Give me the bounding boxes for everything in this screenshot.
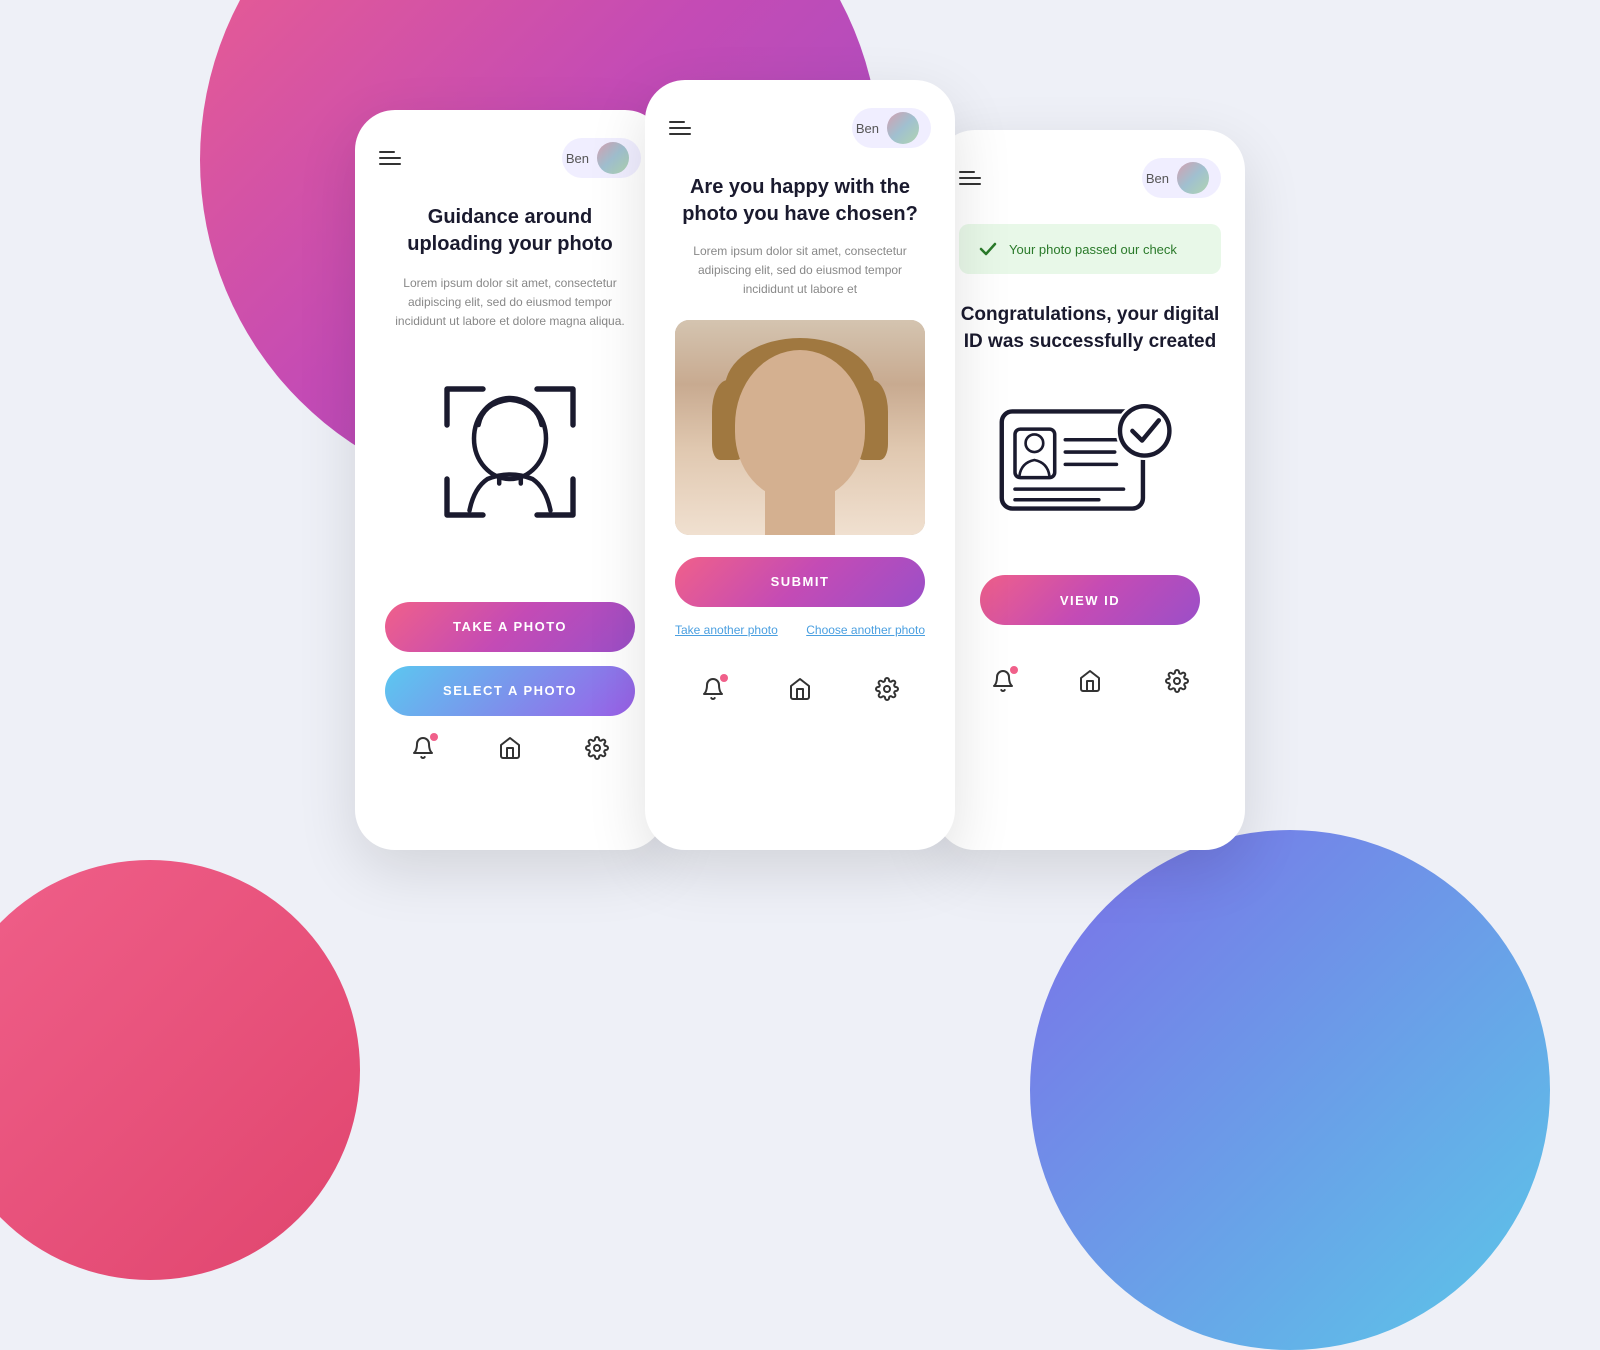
hamburger-icon[interactable]	[379, 151, 401, 165]
home-icon[interactable]	[498, 736, 522, 760]
photo-preview	[675, 320, 925, 535]
home-icon-3[interactable]	[1078, 669, 1102, 693]
phone-3-nav	[935, 649, 1245, 721]
phones-container: Ben Guidance around uploading your photo…	[0, 80, 1600, 850]
face-scan-icon	[420, 362, 600, 542]
avatar-2	[887, 112, 919, 144]
phone-1-description: Lorem ipsum dolor sit amet, consectetur …	[385, 274, 635, 332]
avatar-3	[1177, 162, 1209, 194]
user-badge[interactable]: Ben	[562, 138, 641, 178]
phone-3-title: Congratulations, your digital ID was suc…	[959, 302, 1221, 355]
settings-icon-3[interactable]	[1165, 669, 1189, 693]
submit-links: Take another photo Choose another photo	[675, 623, 925, 637]
user-name-3: Ben	[1146, 171, 1169, 186]
select-photo-button[interactable]: SELECT A PHOTO	[385, 666, 635, 716]
avatar	[597, 142, 629, 174]
hamburger-icon-3[interactable]	[959, 171, 981, 185]
user-badge-3[interactable]: Ben	[1142, 158, 1221, 198]
take-another-link[interactable]: Take another photo	[675, 623, 778, 637]
phone-2-content: Are you happy with the photo you have ch…	[645, 164, 955, 657]
id-card-illustration	[990, 385, 1190, 535]
home-icon-2[interactable]	[788, 677, 812, 701]
notification-icon-2[interactable]	[701, 677, 725, 701]
phone-1-actions: TAKE A PHOTO SELECT A PHOTO	[355, 602, 665, 716]
phone-3: Ben Your photo passed our check Congratu…	[935, 130, 1245, 850]
phone-1-nav	[355, 716, 665, 788]
bg-circle-bottom-right	[1030, 830, 1550, 1350]
notification-dot-2	[720, 674, 728, 682]
phone-2-title: Are you happy with the photo you have ch…	[675, 174, 925, 228]
face-photo	[675, 320, 925, 535]
settings-icon-2[interactable]	[875, 677, 899, 701]
phone-2: Ben Are you happy with the photo you hav…	[645, 80, 955, 850]
bg-circle-bottom-left	[0, 860, 360, 1280]
success-text: Your photo passed our check	[1009, 242, 1177, 257]
settings-icon[interactable]	[585, 736, 609, 760]
view-id-button[interactable]: VIEW ID	[980, 575, 1200, 625]
phone-1-content: Guidance around uploading your photo Lor…	[355, 194, 665, 602]
phone-2-nav	[645, 657, 955, 729]
notification-dot	[430, 733, 438, 741]
notification-icon-3[interactable]	[991, 669, 1015, 693]
face-neck	[765, 475, 835, 535]
hamburger-icon-2[interactable]	[669, 121, 691, 135]
phone-1: Ben Guidance around uploading your photo…	[355, 110, 665, 850]
notification-dot-3	[1010, 666, 1018, 674]
take-photo-button[interactable]: TAKE A PHOTO	[385, 602, 635, 652]
notification-icon[interactable]	[411, 736, 435, 760]
user-name: Ben	[566, 151, 589, 166]
phone-1-title: Guidance around uploading your photo	[385, 204, 635, 258]
phone-2-header: Ben	[645, 80, 955, 164]
phone-1-header: Ben	[355, 110, 665, 194]
choose-another-link[interactable]: Choose another photo	[806, 623, 925, 637]
phone-2-description: Lorem ipsum dolor sit amet, consectetur …	[675, 242, 925, 300]
phone-3-header: Ben	[935, 130, 1245, 214]
check-icon	[977, 238, 999, 260]
submit-button[interactable]: SUBMIT	[675, 557, 925, 607]
user-badge-2[interactable]: Ben	[852, 108, 931, 148]
user-name-2: Ben	[856, 121, 879, 136]
success-banner: Your photo passed our check	[959, 224, 1221, 274]
phone-3-content: Your photo passed our check Congratulati…	[935, 214, 1245, 649]
